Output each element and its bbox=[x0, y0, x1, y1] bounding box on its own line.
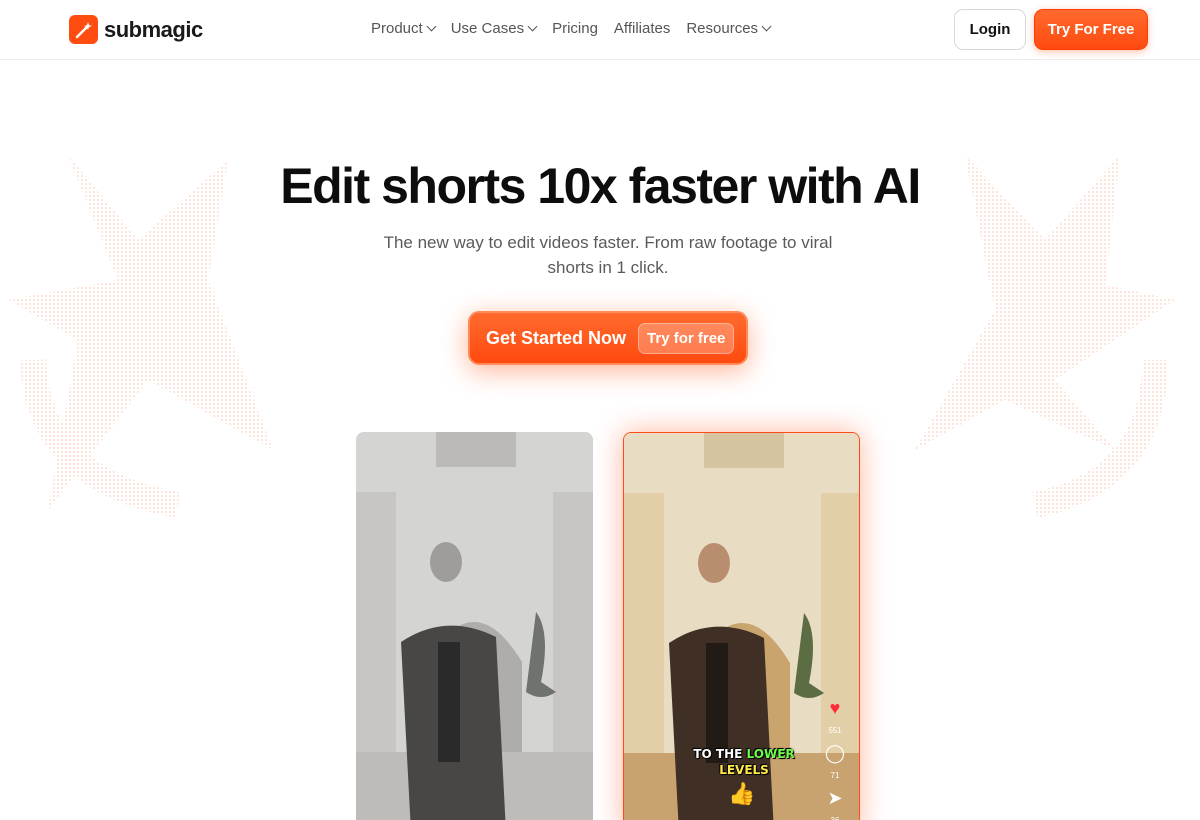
share-count: 36 bbox=[831, 816, 840, 820]
brand-logo[interactable]: submagic bbox=[69, 15, 203, 44]
share-icon[interactable]: ➤ bbox=[827, 789, 842, 807]
raw-video-preview[interactable] bbox=[356, 432, 593, 820]
caption-word-highlight: LEVELS bbox=[719, 763, 769, 777]
chevron-down-icon bbox=[527, 21, 538, 32]
chevron-down-icon bbox=[761, 21, 772, 32]
nav-item-label: Use Cases bbox=[450, 20, 525, 37]
chevron-down-icon bbox=[426, 21, 437, 32]
brand-name: submagic bbox=[104, 16, 203, 42]
nav-item-affiliates[interactable]: Affiliates bbox=[614, 20, 670, 37]
hero-subtitle: The new way to edit videos faster. From … bbox=[383, 233, 833, 277]
nav-item-label: Resources bbox=[686, 20, 759, 37]
cta-pill: Try for free bbox=[638, 322, 735, 354]
like-count: 551 bbox=[828, 726, 842, 735]
main-nav: Product Use Cases Pricing Affiliates Res… bbox=[371, 20, 772, 37]
caption-word-highlight: LOWER bbox=[746, 747, 795, 761]
nav-item-label: Affiliates bbox=[613, 20, 671, 37]
video-caption: TO THE LOWER LEVELS bbox=[684, 746, 804, 778]
magic-wand-icon bbox=[69, 15, 98, 44]
nav-item-label: Pricing bbox=[552, 20, 598, 37]
get-started-button[interactable]: Get Started Now Try for free bbox=[468, 311, 748, 365]
edited-video-preview[interactable]: TO THE LOWER LEVELS 👍 ♥ 551 ◯ 71 ➤ 36 bbox=[623, 432, 860, 820]
video-scene-image bbox=[356, 432, 593, 820]
caption-word: TO THE bbox=[693, 747, 743, 761]
cta-label: Get Started Now bbox=[486, 327, 627, 348]
try-for-free-button[interactable]: Try For Free bbox=[1034, 9, 1148, 50]
nav-item-pricing[interactable]: Pricing bbox=[552, 20, 598, 37]
nav-item-resources[interactable]: Resources bbox=[686, 20, 772, 37]
video-side-actions: ♥ 551 ◯ 71 ➤ 36 bbox=[822, 699, 848, 820]
nav-item-label: Product bbox=[371, 20, 423, 37]
comment-icon[interactable]: ◯ bbox=[825, 744, 845, 762]
heart-icon[interactable]: ♥ bbox=[830, 699, 841, 717]
nav-item-product[interactable]: Product bbox=[371, 20, 437, 37]
hero-title: Edit shorts 10x faster with AI bbox=[280, 158, 921, 214]
comment-count: 71 bbox=[830, 771, 840, 780]
nav-item-use-cases[interactable]: Use Cases bbox=[450, 20, 538, 37]
thumbs-up-emoji: 👍 bbox=[728, 781, 756, 806]
site-header: submagic Product Use Cases Pricing Affil… bbox=[0, 0, 1200, 60]
login-button[interactable]: Login bbox=[954, 9, 1026, 50]
